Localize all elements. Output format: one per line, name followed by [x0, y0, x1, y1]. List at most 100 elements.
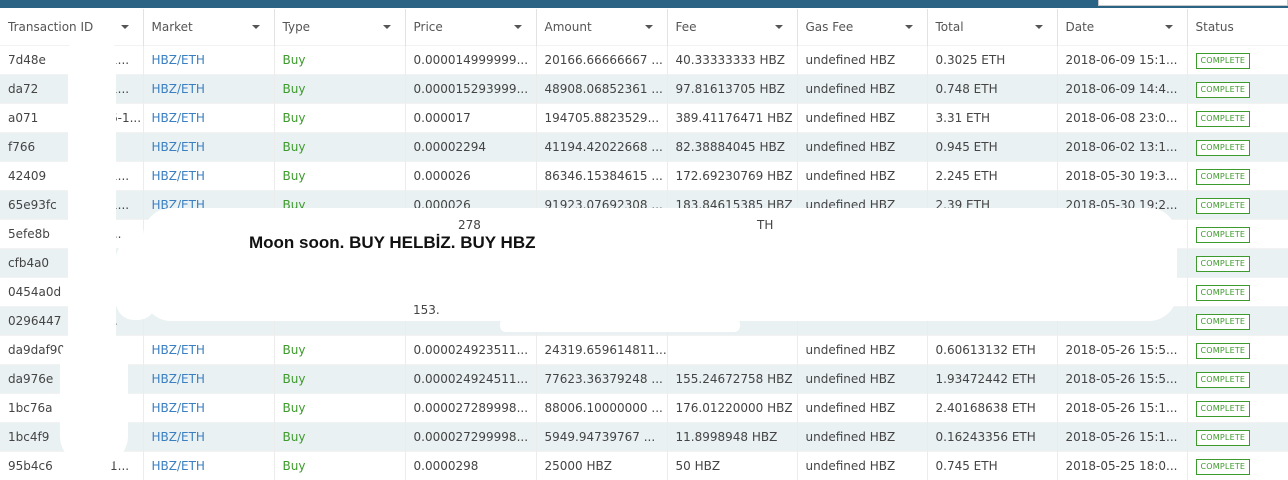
market-cell: HBZ/ETH	[143, 133, 274, 162]
column-header-date[interactable]: Date	[1057, 9, 1187, 46]
type-cell: Buy	[274, 46, 405, 75]
transaction-id-prefix: da976e	[8, 372, 53, 386]
table-row[interactable]: a0716-1...HBZ/ETHBuy0.000017194705.88235…	[0, 104, 1288, 133]
amount-cell: 20166.66666667 ...	[536, 46, 667, 75]
column-header-label: Gas Fee	[806, 20, 854, 34]
gas-fee-cell: undefined HBZ	[797, 133, 927, 162]
table-row[interactable]: 424091...HBZ/ETHBuy0.00002686346.1538461…	[0, 162, 1288, 191]
table-row[interactable]: da976e..HBZ/ETHBuy0.000024924511...77623…	[0, 365, 1288, 394]
transaction-id-prefix: 5efe8b	[8, 227, 50, 241]
column-header-label: Market	[152, 20, 193, 34]
status-cell: COMPLETE	[1187, 133, 1288, 162]
status-cell: COMPLETE	[1187, 394, 1288, 423]
date-cell: 2018-06-09 14:4...	[1057, 75, 1187, 104]
column-header-transaction-id[interactable]: Transaction ID	[0, 9, 143, 46]
market-cell: HBZ/ETH	[143, 162, 274, 191]
sort-caret-icon[interactable]	[1165, 25, 1173, 29]
price-cell: 0.000026	[405, 162, 536, 191]
sort-caret-icon[interactable]	[905, 25, 913, 29]
amount-cell: 24319.659614811...	[536, 336, 667, 365]
total-cell: 0.3025 ETH	[927, 46, 1057, 75]
type-cell: Buy	[274, 104, 405, 133]
transaction-id-prefix: f766	[8, 140, 35, 154]
column-header-price[interactable]: Price	[405, 9, 536, 46]
column-header-total[interactable]: Total	[927, 9, 1057, 46]
market-cell: HBZ/ETH	[143, 394, 274, 423]
type-cell: Buy	[274, 423, 405, 452]
market-cell: HBZ/ETH	[143, 336, 274, 365]
type-cell: Buy	[274, 75, 405, 104]
column-header-label: Date	[1066, 20, 1095, 34]
column-header-label: Amount	[545, 20, 592, 34]
total-cell: 0.945 ETH	[927, 133, 1057, 162]
price-fragment: 278	[458, 218, 481, 232]
status-badge: COMPLETE	[1196, 343, 1251, 359]
date-cell: 2018-05-26 15:1...	[1057, 394, 1187, 423]
price-cell: 0.00002294	[405, 133, 536, 162]
status-badge: COMPLETE	[1196, 198, 1251, 214]
fee-cell: 176.01220000 HBZ	[667, 394, 797, 423]
table-row[interactable]: f766HBZ/ETHBuy0.0000229441194.42022668 .…	[0, 133, 1288, 162]
table-row[interactable]: 7d48e1...HBZ/ETHBuy0.000014999999...2016…	[0, 46, 1288, 75]
status-cell: COMPLETE	[1187, 249, 1288, 278]
sort-caret-icon[interactable]	[121, 25, 129, 29]
total-cell: 0.16243356 ETH	[927, 423, 1057, 452]
status-cell: COMPLETE	[1187, 104, 1288, 133]
sort-caret-icon[interactable]	[645, 25, 653, 29]
gas-fee-cell: undefined HBZ	[797, 104, 927, 133]
fee-cell: 11.8998948 HBZ	[667, 423, 797, 452]
column-header-type[interactable]: Type	[274, 9, 405, 46]
type-cell: Buy	[274, 365, 405, 394]
column-header-gas-fee[interactable]: Gas Fee	[797, 9, 927, 46]
sort-caret-icon[interactable]	[775, 25, 783, 29]
status-cell: COMPLETE	[1187, 191, 1288, 220]
sort-caret-icon[interactable]	[383, 25, 391, 29]
market-cell: HBZ/ETH	[143, 365, 274, 394]
search-input[interactable]	[1098, 0, 1288, 6]
transaction-id-prefix: 95b4c6	[8, 459, 53, 473]
sort-caret-icon[interactable]	[252, 25, 260, 29]
total-cell: 1.93472442 ETH	[927, 365, 1057, 394]
transaction-id-prefix: 0454a0d	[8, 285, 61, 299]
table-row[interactable]: 1bc76a...HBZ/ETHBuy0.000027289998...8800…	[0, 394, 1288, 423]
table-row[interactable]: 1bc4f9...HBZ/ETHBuy0.000027299998...5949…	[0, 423, 1288, 452]
amount-cell: 88006.10000000 ...	[536, 394, 667, 423]
type-cell: Buy	[274, 336, 405, 365]
transaction-id-prefix: da72	[8, 82, 38, 96]
date-cell: 2018-05-26 15:1...	[1057, 423, 1187, 452]
scribble-center-edge	[116, 240, 156, 320]
date-cell: 2018-05-30 19:3...	[1057, 162, 1187, 191]
column-header-status[interactable]: Status	[1187, 9, 1288, 46]
status-cell: COMPLETE	[1187, 220, 1288, 249]
column-header-amount[interactable]: Amount	[536, 9, 667, 46]
transaction-id-prefix: 7d48e	[8, 53, 46, 67]
date-cell: 2018-06-02 13:1...	[1057, 133, 1187, 162]
status-badge: COMPLETE	[1196, 372, 1251, 388]
table-row[interactable]: da9daf90HBZ/ETHBuy0.000024923511...24319…	[0, 336, 1288, 365]
type-cell: Buy	[274, 394, 405, 423]
table-row[interactable]: da721...HBZ/ETHBuy0.000015293999...48908…	[0, 75, 1288, 104]
sort-caret-icon[interactable]	[1035, 25, 1043, 29]
column-header-label: Fee	[676, 20, 697, 34]
status-cell: COMPLETE	[1187, 307, 1288, 336]
market-cell: HBZ/ETH	[143, 104, 274, 133]
scribble-center	[143, 208, 1177, 321]
status-badge: COMPLETE	[1196, 111, 1251, 127]
status-badge: COMPLETE	[1196, 169, 1251, 185]
overlay-annotation-text: Moon soon. BUY HELBİZ. BUY HBZ	[249, 233, 535, 253]
price-cell: 0.000027289998...	[405, 394, 536, 423]
transaction-id-prefix: cfb4a0	[8, 256, 49, 270]
column-header-market[interactable]: Market	[143, 9, 274, 46]
date-cell: 2018-05-26 15:5...	[1057, 365, 1187, 394]
status-cell: COMPLETE	[1187, 423, 1288, 452]
transaction-id-prefix: 42409	[8, 169, 46, 183]
date-cell: 2018-05-26 15:5...	[1057, 336, 1187, 365]
gas-fee-cell: undefined HBZ	[797, 423, 927, 452]
sort-caret-icon[interactable]	[514, 25, 522, 29]
status-badge: COMPLETE	[1196, 227, 1251, 243]
market-cell: HBZ/ETH	[143, 423, 274, 452]
status-badge: COMPLETE	[1196, 53, 1251, 69]
total-cell: 0.60613132 ETH	[927, 336, 1057, 365]
fee-cell: 82.38884045 HBZ	[667, 133, 797, 162]
column-header-fee[interactable]: Fee	[667, 9, 797, 46]
